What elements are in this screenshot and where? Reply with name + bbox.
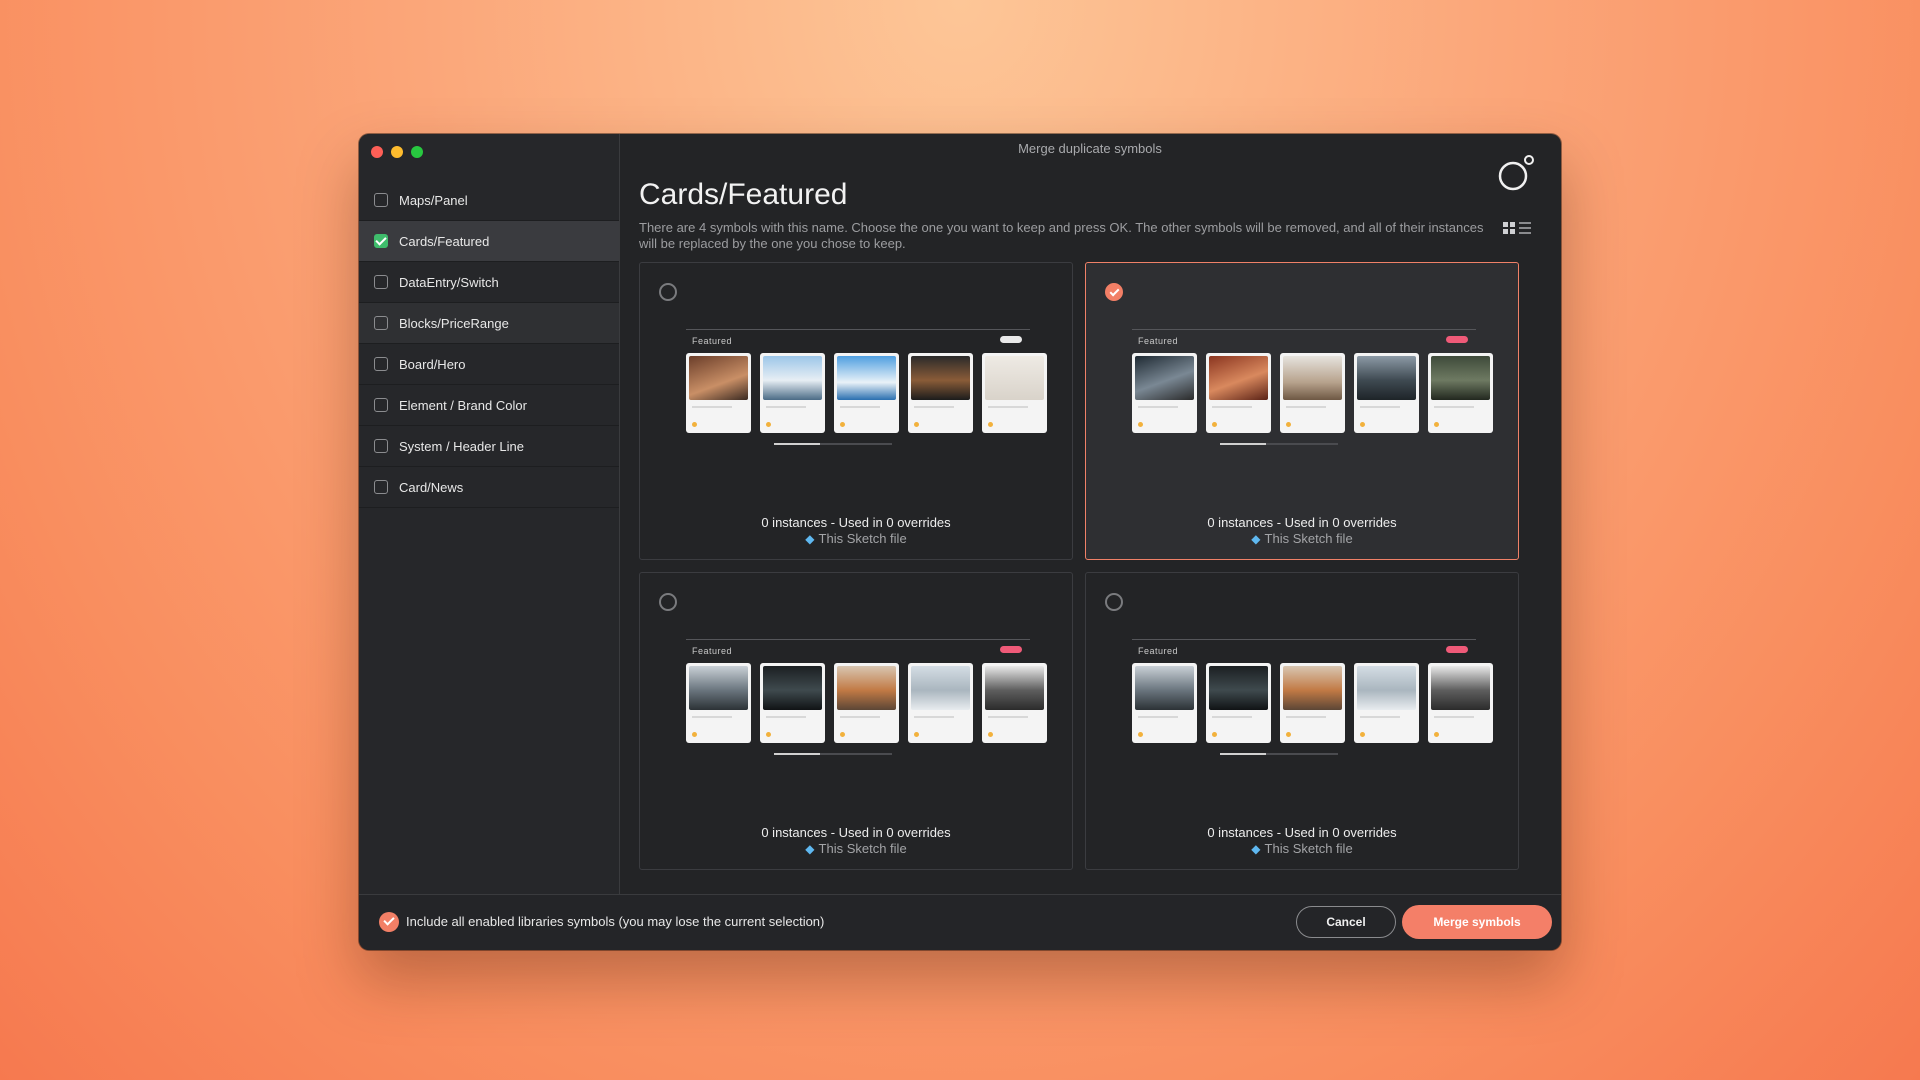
sidebar-item-label: Element / Brand Color bbox=[399, 397, 527, 413]
checkbox[interactable] bbox=[374, 316, 388, 330]
radio-button[interactable] bbox=[1105, 593, 1123, 611]
minimize-window-button[interactable] bbox=[391, 146, 403, 158]
preview-thumbnail bbox=[1206, 353, 1271, 433]
preview-thumbnail bbox=[982, 663, 1047, 743]
preview-thumbnail bbox=[686, 663, 751, 743]
symbol-preview: Featured bbox=[686, 639, 1047, 759]
radio-button[interactable] bbox=[659, 593, 677, 611]
sidebar-item-board-hero[interactable]: Board/Hero bbox=[359, 344, 619, 385]
preview-label: Featured bbox=[1138, 336, 1179, 346]
checkbox[interactable] bbox=[374, 357, 388, 371]
source-text: ◆ This Sketch file bbox=[1251, 531, 1353, 546]
carousel-progress bbox=[1220, 443, 1338, 445]
symbol-option-card[interactable]: Featured 0 instances - Used in 0 overrid… bbox=[1085, 572, 1519, 870]
sketch-diamond-icon: ◆ bbox=[1251, 842, 1261, 856]
zoom-window-button[interactable] bbox=[411, 146, 423, 158]
preview-badge bbox=[1446, 336, 1468, 343]
include-libraries-label[interactable]: Include all enabled libraries symbols (y… bbox=[406, 914, 824, 929]
carousel-progress bbox=[1220, 753, 1338, 755]
preview-label: Featured bbox=[1138, 646, 1179, 656]
sidebar-item-label: DataEntry/Switch bbox=[399, 274, 499, 290]
preview-thumbnail bbox=[1280, 663, 1345, 743]
checkbox[interactable] bbox=[374, 439, 388, 453]
checkbox[interactable] bbox=[374, 480, 388, 494]
window-title: Merge duplicate symbols bbox=[1018, 141, 1162, 156]
symbol-option-card[interactable]: Featured 0 instances - Used in 0 overrid… bbox=[639, 572, 1073, 870]
include-libraries-checkbox[interactable] bbox=[379, 912, 399, 932]
preview-thumbnail bbox=[982, 353, 1047, 433]
list-view-icon[interactable] bbox=[1519, 222, 1531, 234]
sketch-runner-logo-icon bbox=[1498, 155, 1534, 191]
sidebar-item-label: System / Header Line bbox=[399, 438, 525, 454]
sketch-diamond-icon: ◆ bbox=[805, 842, 815, 856]
preview-thumbnail bbox=[686, 353, 751, 433]
sidebar-item-element-brand-color[interactable]: Element / Brand Color bbox=[359, 385, 619, 426]
sidebar-item-dataentry-switch[interactable]: DataEntry/Switch bbox=[359, 262, 619, 303]
page-description: There are 4 symbols with this name. Choo… bbox=[639, 220, 1484, 251]
preview-thumbnail bbox=[1280, 353, 1345, 433]
preview-thumbnail bbox=[834, 663, 899, 743]
carousel-progress bbox=[774, 443, 892, 445]
close-window-button[interactable] bbox=[371, 146, 383, 158]
window-controls bbox=[371, 146, 423, 158]
sidebar-item-cards-featured[interactable]: Cards/Featured bbox=[359, 221, 619, 262]
preview-label: Featured bbox=[692, 646, 733, 656]
symbol-sidebar: Maps/Panel Cards/Featured DataEntry/Swit… bbox=[359, 134, 620, 894]
dialog-footer: Include all enabled libraries symbols (y… bbox=[359, 894, 1561, 950]
preview-thumbnail bbox=[760, 353, 825, 433]
page-title: Cards/Featured bbox=[639, 178, 848, 211]
sidebar-item-label: Board/Hero bbox=[399, 356, 466, 372]
checkbox-checked[interactable] bbox=[374, 234, 388, 248]
instances-text: 0 instances - Used in 0 overrides bbox=[761, 515, 951, 530]
sidebar-item-maps-panel[interactable]: Maps/Panel bbox=[359, 180, 619, 221]
sidebar-item-label: Maps/Panel bbox=[399, 192, 468, 208]
carousel-progress bbox=[774, 753, 892, 755]
sketch-diamond-icon: ◆ bbox=[805, 532, 815, 546]
symbol-list: Maps/Panel Cards/Featured DataEntry/Swit… bbox=[359, 180, 619, 508]
preview-thumbnail bbox=[908, 663, 973, 743]
sidebar-item-blocks-pricerange[interactable]: Blocks/PriceRange bbox=[359, 303, 619, 344]
preview-thumbnail bbox=[1354, 353, 1419, 433]
preview-badge bbox=[1000, 646, 1022, 653]
merge-symbols-window: Maps/Panel Cards/Featured DataEntry/Swit… bbox=[359, 134, 1561, 950]
merge-symbols-button[interactable]: Merge symbols bbox=[1402, 905, 1552, 939]
instances-text: 0 instances - Used in 0 overrides bbox=[1207, 515, 1397, 530]
sketch-diamond-icon: ◆ bbox=[1251, 532, 1261, 546]
radio-button[interactable] bbox=[659, 283, 677, 301]
preview-thumbnail bbox=[1132, 353, 1197, 433]
sidebar-item-label: Cards/Featured bbox=[399, 233, 490, 249]
sidebar-item-label: Card/News bbox=[399, 479, 464, 495]
symbol-preview: Featured bbox=[686, 329, 1047, 449]
source-text: ◆ This Sketch file bbox=[1251, 841, 1353, 856]
preview-thumbnail bbox=[1354, 663, 1419, 743]
radio-button-selected[interactable] bbox=[1105, 283, 1123, 301]
source-text: ◆ This Sketch file bbox=[805, 531, 907, 546]
instances-text: 0 instances - Used in 0 overrides bbox=[1207, 825, 1397, 840]
preview-label: Featured bbox=[692, 336, 733, 346]
symbol-option-card-selected[interactable]: Featured 0 instances - Used in 0 overrid… bbox=[1085, 262, 1519, 560]
checkbox[interactable] bbox=[374, 275, 388, 289]
preview-thumbnail bbox=[908, 353, 973, 433]
preview-badge bbox=[1446, 646, 1468, 653]
view-toggle bbox=[1503, 222, 1531, 234]
source-text: ◆ This Sketch file bbox=[805, 841, 907, 856]
grid-view-icon[interactable] bbox=[1503, 222, 1515, 234]
symbol-option-card[interactable]: Featured 0 instances - Used in 0 overrid… bbox=[639, 262, 1073, 560]
cancel-button[interactable]: Cancel bbox=[1296, 906, 1396, 938]
instances-text: 0 instances - Used in 0 overrides bbox=[761, 825, 951, 840]
checkbox[interactable] bbox=[374, 193, 388, 207]
preview-thumbnail bbox=[760, 663, 825, 743]
preview-thumbnail bbox=[834, 353, 899, 433]
preview-thumbnail bbox=[1132, 663, 1197, 743]
preview-badge bbox=[1000, 336, 1022, 343]
symbol-preview: Featured bbox=[1132, 639, 1493, 759]
preview-thumbnail bbox=[1206, 663, 1271, 743]
preview-thumbnail bbox=[1428, 353, 1493, 433]
sidebar-item-card-news[interactable]: Card/News bbox=[359, 467, 619, 508]
sidebar-item-label: Blocks/PriceRange bbox=[399, 315, 509, 331]
preview-thumbnail bbox=[1428, 663, 1493, 743]
symbol-preview: Featured bbox=[1132, 329, 1493, 449]
sidebar-item-system-header-line[interactable]: System / Header Line bbox=[359, 426, 619, 467]
checkbox[interactable] bbox=[374, 398, 388, 412]
